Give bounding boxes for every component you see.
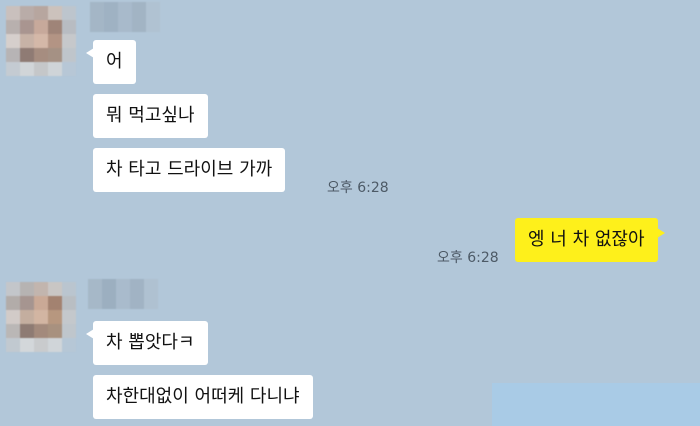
avatar[interactable] xyxy=(6,282,76,352)
my-message-bubble[interactable]: 엥 너 차 없잖아 xyxy=(515,218,665,262)
message-bubble[interactable]: 차 뽑앗다ㅋ xyxy=(86,321,208,365)
background-patch xyxy=(492,383,700,426)
message-bubble[interactable]: 뭐 먹고싶나 xyxy=(93,94,208,138)
message-text: 차 타고 드라이브 가까 xyxy=(106,159,273,180)
message-bubble[interactable]: 어 xyxy=(86,40,136,84)
message-text: 차 뽑앗다ㅋ xyxy=(106,332,195,353)
message-bubble[interactable]: 차 타고 드라이브 가까 xyxy=(93,148,286,192)
avatar[interactable] xyxy=(6,6,76,76)
chat-window: 어 뭐 먹고싶나 차 타고 드라이브 가까 오후 6:28 오후 6:28 엥 … xyxy=(0,0,700,426)
message-text: 엥 너 차 없잖아 xyxy=(528,229,645,250)
message-timestamp: 오후 6:28 xyxy=(437,250,499,266)
message-text: 뭐 먹고싶나 xyxy=(106,105,195,126)
sender-name-blurred xyxy=(90,2,160,32)
message-bubble[interactable]: 차한대없이 어떠케 다니냐 xyxy=(93,375,313,419)
sender-name-blurred xyxy=(88,279,158,309)
message-timestamp: 오후 6:28 xyxy=(327,180,389,196)
message-text: 어 xyxy=(106,51,123,72)
message-text: 차한대없이 어떠케 다니냐 xyxy=(106,386,300,407)
